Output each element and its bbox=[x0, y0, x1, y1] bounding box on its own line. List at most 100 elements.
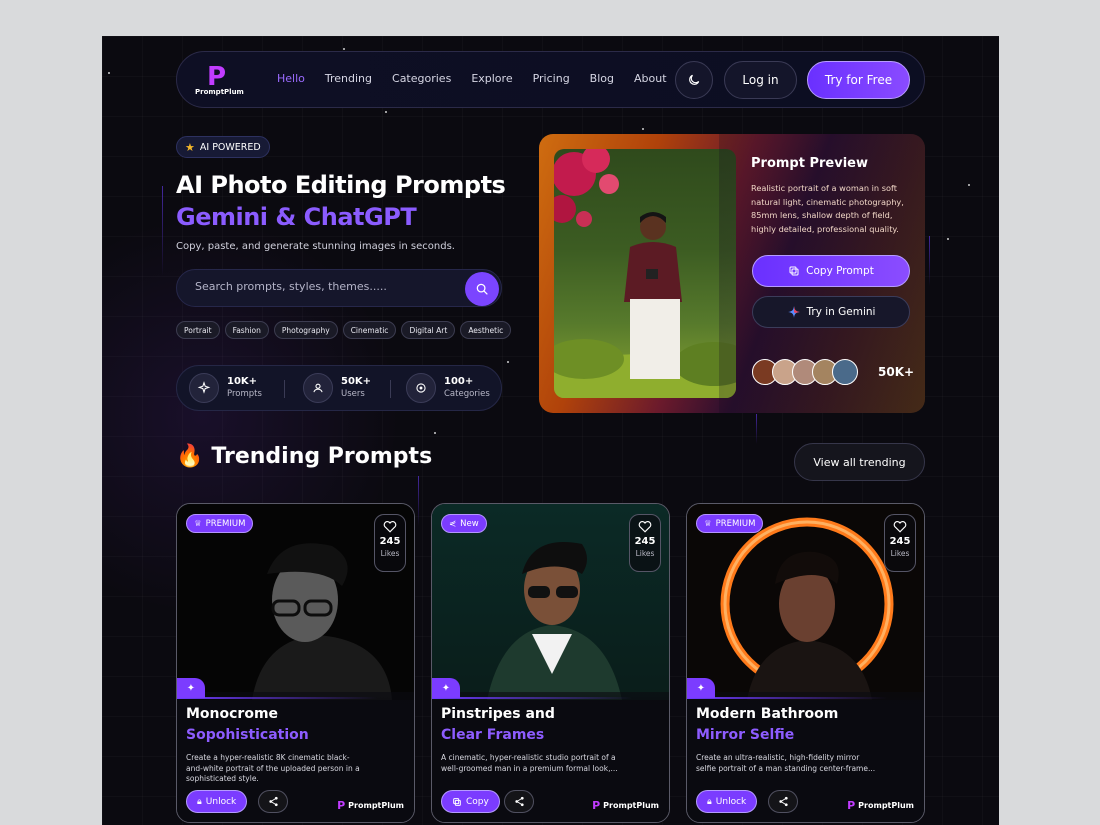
like-counter[interactable]: 245 Likes bbox=[629, 514, 661, 572]
unlock-label: Unlock bbox=[715, 796, 747, 807]
nav-link-trending[interactable]: Trending bbox=[325, 72, 372, 85]
unlock-button[interactable]: 🔒︎ Unlock bbox=[696, 790, 758, 813]
likes-count: 245 bbox=[634, 536, 656, 547]
try-in-gemini-button[interactable]: Try in Gemini bbox=[752, 296, 910, 328]
like-counter[interactable]: 245 Likes bbox=[374, 514, 406, 572]
prompt-card[interactable]: ⋞ New 245 Likes ✦ Pinstripes and Clear Fr… bbox=[431, 503, 670, 823]
card-description: Create a hyper-realistic 8K cinematic bl… bbox=[186, 753, 360, 783]
card-title: Modern Bathroom bbox=[696, 706, 839, 722]
search-input[interactable] bbox=[195, 280, 455, 293]
brand-name: PromptPlum bbox=[603, 801, 659, 810]
share-button[interactable] bbox=[258, 790, 288, 813]
preview-title: Prompt Preview bbox=[751, 156, 868, 171]
like-counter[interactable]: 245 Likes bbox=[884, 514, 916, 572]
nav-link-about[interactable]: About bbox=[634, 72, 667, 85]
tag-chip[interactable]: Fashion bbox=[224, 321, 269, 339]
copy-icon bbox=[789, 266, 799, 276]
likes-count: 245 bbox=[889, 536, 911, 547]
page-frame: P PromptPlum Hello Trending Categories E… bbox=[102, 36, 999, 825]
copy-prompt-label: Copy Prompt bbox=[806, 265, 874, 277]
divider bbox=[390, 380, 391, 398]
copy-prompt-button[interactable]: Copy Prompt bbox=[752, 255, 910, 287]
prompt-card[interactable]: ♕ PREMIUM 245 Likes ✦ Monocrome Sopohisti… bbox=[176, 503, 415, 823]
share-button[interactable] bbox=[504, 790, 534, 813]
moon-icon bbox=[689, 74, 700, 85]
login-button[interactable]: Log in bbox=[724, 61, 797, 99]
tag-chip[interactable]: Portrait bbox=[176, 321, 220, 339]
stat-value: 10K+ bbox=[227, 375, 258, 387]
crown-icon: ♕ bbox=[194, 518, 202, 529]
tag-chip[interactable]: Digital Art bbox=[401, 321, 456, 339]
likes-label: Likes bbox=[380, 549, 400, 558]
share-icon bbox=[778, 796, 788, 807]
stat-value: 50K+ bbox=[341, 375, 372, 387]
nav-link-explore[interactable]: Explore bbox=[471, 72, 512, 85]
brand-mark: P PromptPlum bbox=[847, 799, 914, 812]
line-decoration bbox=[756, 414, 757, 444]
star-icon: ★ bbox=[185, 140, 195, 154]
gemini-icon bbox=[787, 306, 800, 318]
stat-prompts: 10K+ Prompts bbox=[189, 373, 262, 403]
brand-name: PromptPlum bbox=[858, 801, 914, 810]
stats-bar: 10K+ Prompts 50K+ Users 100+ Categories bbox=[176, 365, 502, 411]
nav-link-pricing[interactable]: Pricing bbox=[533, 72, 570, 85]
top-navbar: P PromptPlum Hello Trending Categories E… bbox=[176, 51, 925, 108]
lock-icon: 🔒︎ bbox=[707, 796, 712, 807]
hero-title-accent: Gemini & ChatGPT bbox=[176, 203, 417, 231]
share-button[interactable] bbox=[768, 790, 798, 813]
nav-link-hello[interactable]: Hello bbox=[277, 72, 305, 85]
brand-name: PromptPlum bbox=[348, 801, 404, 810]
unlock-label: Unlock bbox=[205, 796, 237, 807]
tag-label: PREMIUM bbox=[715, 518, 756, 529]
card-description: A cinematic, hyper-realistic studio port… bbox=[441, 753, 618, 773]
search-bar bbox=[176, 269, 502, 307]
card-title: Pinstripes and bbox=[441, 706, 555, 722]
star-decoration bbox=[343, 48, 345, 50]
new-badge: ⋞ New bbox=[441, 514, 487, 533]
heart-icon bbox=[893, 521, 907, 533]
tag-chip[interactable]: Aesthetic bbox=[460, 321, 512, 339]
nav-links: Hello Trending Categories Explore Pricin… bbox=[277, 72, 687, 85]
fire-icon: 🔥 bbox=[176, 444, 204, 469]
card-title-accent: Mirror Selfie bbox=[696, 727, 795, 743]
trending-title: Trending Prompts bbox=[211, 444, 433, 469]
try-for-free-button[interactable]: Try for Free bbox=[807, 61, 910, 99]
view-all-trending-button[interactable]: View all trending bbox=[794, 443, 925, 481]
target-icon bbox=[406, 373, 436, 403]
card-title: Monocrome bbox=[186, 706, 279, 722]
heart-icon bbox=[383, 521, 397, 533]
logo-text: PromptPlum bbox=[195, 88, 244, 96]
star-decoration bbox=[642, 128, 644, 130]
premium-badge: ♕ PREMIUM bbox=[696, 514, 764, 533]
share-icon bbox=[268, 796, 278, 807]
stat-label: Categories bbox=[444, 388, 490, 399]
prompt-preview-card: Prompt Preview Realistic portrait of a w… bbox=[539, 134, 925, 413]
nav-link-categories[interactable]: Categories bbox=[392, 72, 451, 85]
preview-prompt-text: Realistic portrait of a woman in soft na… bbox=[751, 183, 904, 234]
theme-toggle-button[interactable] bbox=[675, 61, 713, 99]
copy-button[interactable]: Copy bbox=[441, 790, 500, 813]
card-title-accent: Clear Frames bbox=[441, 727, 545, 743]
users-icon bbox=[303, 373, 333, 403]
user-avatars bbox=[752, 359, 858, 385]
divider bbox=[284, 380, 285, 398]
unlock-button[interactable]: 🔒︎ Unlock bbox=[186, 790, 248, 813]
crown-icon: ♕ bbox=[704, 518, 712, 529]
nav-link-blog[interactable]: Blog bbox=[590, 72, 614, 85]
lock-icon: 🔒︎ bbox=[197, 796, 202, 807]
stat-label: Users bbox=[341, 388, 365, 399]
search-button[interactable] bbox=[465, 272, 499, 306]
search-icon bbox=[476, 283, 488, 295]
copy-label: Copy bbox=[466, 796, 489, 807]
tag-list: Portrait Fashion Photography Cinematic D… bbox=[176, 321, 512, 339]
stat-value: 100+ bbox=[444, 375, 474, 387]
likes-label: Likes bbox=[635, 549, 655, 558]
tag-chip[interactable]: Photography bbox=[273, 321, 338, 339]
star-decoration bbox=[968, 184, 970, 186]
prompt-card[interactable]: ♕ PREMIUM 245 Likes ✦ Modern Bathroom Mir… bbox=[686, 503, 925, 823]
share-icon: ⋞ bbox=[449, 518, 457, 529]
logo[interactable]: P PromptPlum bbox=[195, 64, 244, 98]
tag-label: PREMIUM bbox=[205, 518, 246, 529]
tag-chip[interactable]: Cinematic bbox=[342, 321, 397, 339]
likes-count: 245 bbox=[379, 536, 401, 547]
